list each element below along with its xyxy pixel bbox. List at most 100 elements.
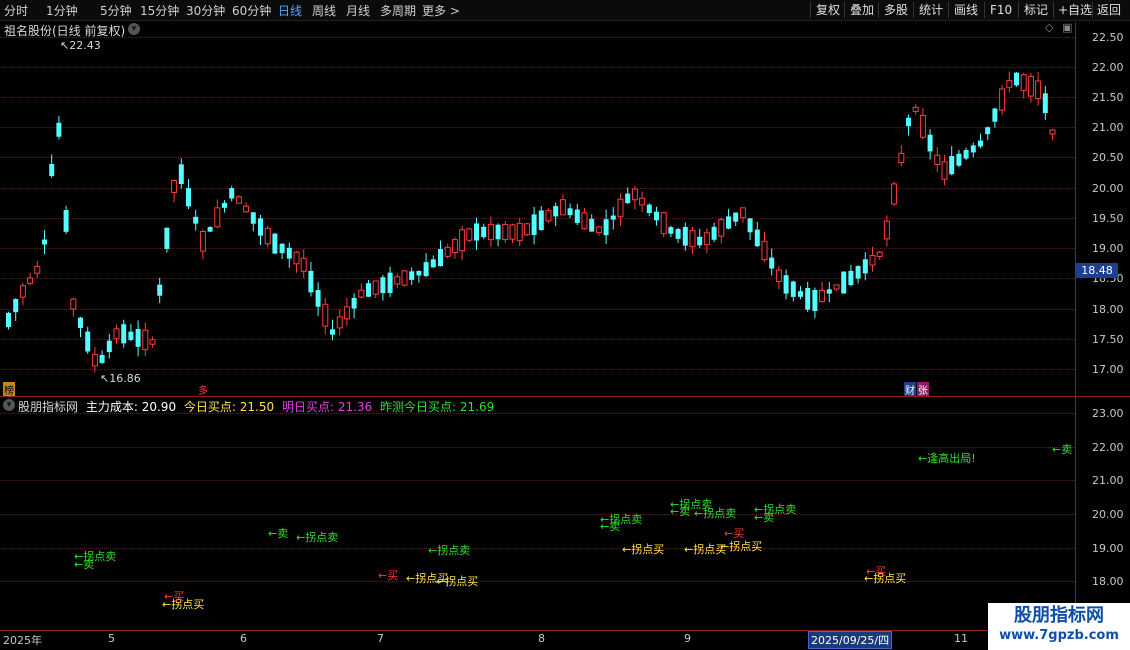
candle-body	[481, 226, 487, 238]
candle-body	[516, 222, 523, 242]
time-axis-label: 6	[240, 632, 247, 645]
watermark-title: 股朋指标网	[1014, 605, 1104, 626]
statistics-button[interactable]: 统计	[919, 0, 943, 20]
candle-body	[805, 287, 811, 310]
candle-body	[308, 270, 314, 293]
candle-body	[538, 210, 544, 231]
tab-1min[interactable]: 1分钟	[46, 2, 78, 19]
candle-body	[250, 212, 256, 224]
candle-body	[509, 224, 516, 240]
mark-button[interactable]: 标记	[1024, 0, 1048, 20]
candle-body	[790, 281, 796, 297]
grid-line	[0, 413, 1075, 414]
candle-body	[380, 277, 386, 294]
candle-body	[401, 270, 408, 286]
candle-body	[963, 150, 969, 159]
tab-monthly[interactable]: 月线	[346, 2, 370, 19]
candle-body	[826, 289, 832, 294]
tab-daily[interactable]: 日线	[278, 2, 302, 19]
candle-body	[553, 206, 559, 217]
candle-body	[322, 303, 329, 327]
candle-body	[1049, 129, 1056, 135]
restore-rights-button[interactable]: 复权	[816, 0, 840, 20]
period-toolbar: 分时 1分钟 5分钟 15分钟 30分钟 60分钟 日线 周线 月线 多周期 更…	[0, 0, 1130, 21]
toolbar-divider	[1092, 2, 1093, 18]
event-badge[interactable]: 多	[198, 382, 208, 397]
time-axis-label: 5	[108, 632, 115, 645]
candle-body	[999, 88, 1006, 111]
candle-body	[726, 216, 731, 229]
candle-body	[985, 127, 991, 135]
tab-minute[interactable]: 分时	[4, 2, 28, 19]
main-cost-value: 20.90	[141, 400, 177, 414]
candle-body	[423, 262, 429, 277]
candle-body	[214, 207, 221, 228]
today-buy-label: 今日买点:	[183, 400, 236, 414]
overlay-button[interactable]: 叠加	[850, 0, 874, 20]
candle-body	[164, 227, 170, 249]
candle-body	[970, 145, 976, 153]
candle-body	[258, 218, 263, 236]
candle-body	[113, 328, 120, 340]
candle-body	[272, 233, 278, 254]
candle-body	[63, 210, 69, 232]
candle-body	[6, 312, 11, 328]
chevron-down-icon[interactable]: ▾	[3, 399, 15, 411]
candle-body	[906, 117, 911, 127]
candle-body	[898, 152, 905, 164]
price-axis-label: 20.50	[1092, 151, 1124, 164]
candle-body	[135, 328, 141, 347]
grid-line	[0, 447, 1075, 448]
candle-body	[949, 156, 955, 175]
tab-30min[interactable]: 30分钟	[186, 2, 225, 19]
candle-body	[358, 289, 365, 298]
add-favorite-button[interactable]: +自选	[1058, 0, 1092, 20]
limit-up-badge[interactable]: 张	[917, 382, 929, 397]
current-price-tag: 18.48	[1076, 263, 1118, 278]
candle-body	[42, 239, 47, 245]
f10-button[interactable]: F10	[990, 0, 1012, 20]
tab-60min[interactable]: 60分钟	[232, 2, 271, 19]
candle-body	[394, 276, 401, 285]
candle-body	[775, 269, 782, 282]
grid-line	[0, 514, 1075, 515]
candle-body	[34, 265, 41, 274]
tab-5min[interactable]: 5分钟	[100, 2, 132, 19]
candle-body	[891, 183, 898, 205]
candle-body	[13, 299, 19, 313]
signal-label: ←拐点买	[436, 575, 479, 588]
signal-label: ←卖	[754, 511, 775, 524]
draw-line-button[interactable]: 画线	[954, 0, 978, 20]
candle-body	[330, 329, 335, 335]
list-badge[interactable]: 榜	[3, 382, 15, 397]
time-axis-label: 2025年	[3, 634, 42, 647]
price-axis-border	[1075, 22, 1076, 650]
candle-body	[121, 324, 127, 344]
candle-body	[1020, 74, 1027, 91]
tab-multi-period[interactable]: 多周期	[380, 2, 416, 19]
grid-line	[0, 480, 1075, 481]
candle-body	[438, 249, 443, 267]
candle-body	[639, 197, 646, 206]
finance-badge[interactable]: 财	[904, 382, 916, 397]
candle-body	[487, 223, 494, 241]
tab-weekly[interactable]: 周线	[312, 2, 336, 19]
back-button[interactable]: 返回	[1097, 0, 1121, 20]
candle-body	[474, 223, 479, 241]
candle-body	[502, 224, 509, 240]
time-axis-border	[0, 630, 1075, 631]
candle-body	[78, 317, 83, 328]
tab-more[interactable]: 更多 >	[422, 2, 460, 19]
low-price-value: 16.86	[109, 372, 141, 385]
price-axis-label: 18.00	[1092, 303, 1124, 316]
candle-body	[545, 210, 552, 222]
tab-15min[interactable]: 15分钟	[140, 2, 179, 19]
high-price-value: 22.43	[69, 39, 101, 52]
candle-body	[603, 219, 609, 236]
signal-label: ←逢高出局!	[918, 452, 976, 465]
candle-body	[19, 285, 26, 298]
multi-stock-button[interactable]: 多股	[884, 0, 908, 20]
candle-body	[610, 215, 616, 220]
candle-body	[279, 243, 285, 254]
candle-body	[128, 331, 134, 340]
